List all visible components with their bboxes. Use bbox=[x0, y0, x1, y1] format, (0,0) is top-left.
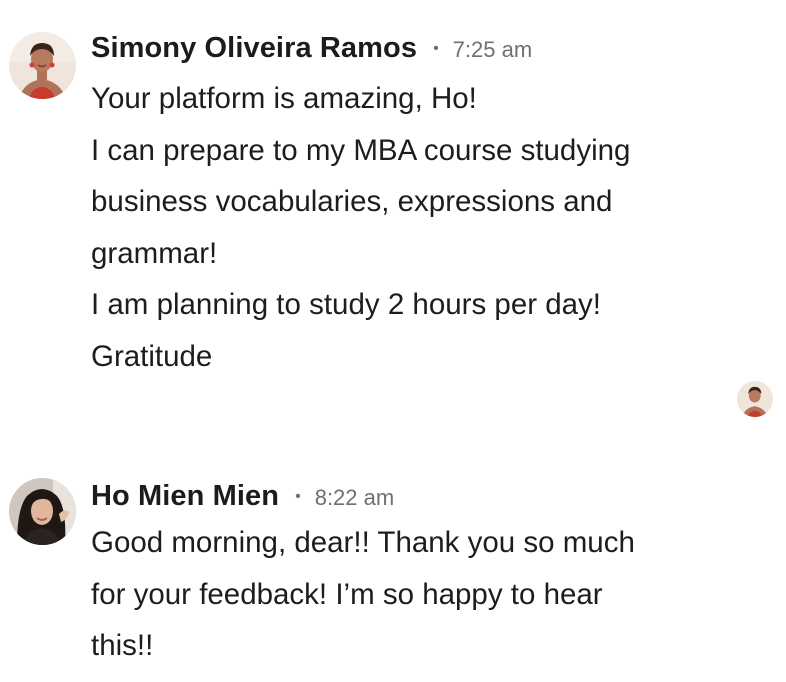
avatar-simony-image bbox=[9, 32, 76, 99]
avatar[interactable] bbox=[9, 478, 76, 545]
comment-header: Simony Oliveira Ramos • 7:25 am bbox=[91, 32, 532, 65]
message-line: grammar! bbox=[91, 236, 218, 270]
avatar[interactable] bbox=[9, 32, 76, 99]
message-body: Your platform is amazing, Ho! I can prep… bbox=[91, 73, 771, 382]
timestamp[interactable]: 8:22 am bbox=[315, 485, 395, 511]
message-line: Your platform is amazing, Ho! bbox=[91, 82, 477, 115]
message-line: for your feedback! I’m so happy to hear bbox=[91, 577, 603, 611]
message-line: Gratitude bbox=[91, 339, 213, 373]
separator-dot: • bbox=[433, 40, 439, 57]
author-name[interactable]: Simony Oliveira Ramos bbox=[91, 32, 417, 65]
message-line: business vocabularies, expressions and bbox=[91, 185, 613, 218]
separator-dot: • bbox=[295, 488, 301, 505]
seen-by-avatar[interactable] bbox=[737, 381, 773, 417]
message-line: Good morning, dear!! Thank you so much bbox=[91, 526, 635, 559]
comment-header: Ho Mien Mien • 8:22 am bbox=[91, 480, 394, 513]
timestamp[interactable]: 7:25 am bbox=[453, 37, 533, 63]
message-line: I can prepare to my MBA course studying bbox=[91, 133, 631, 167]
avatar-ho-image bbox=[9, 478, 76, 545]
author-name[interactable]: Ho Mien Mien bbox=[91, 480, 279, 513]
message-line: I am planning to study 2 hours per day! bbox=[91, 288, 601, 321]
message-body: Good morning, dear!! Thank you so much f… bbox=[91, 517, 771, 672]
message-line: this!! bbox=[91, 629, 154, 662]
avatar-simony-small-image bbox=[737, 381, 773, 417]
